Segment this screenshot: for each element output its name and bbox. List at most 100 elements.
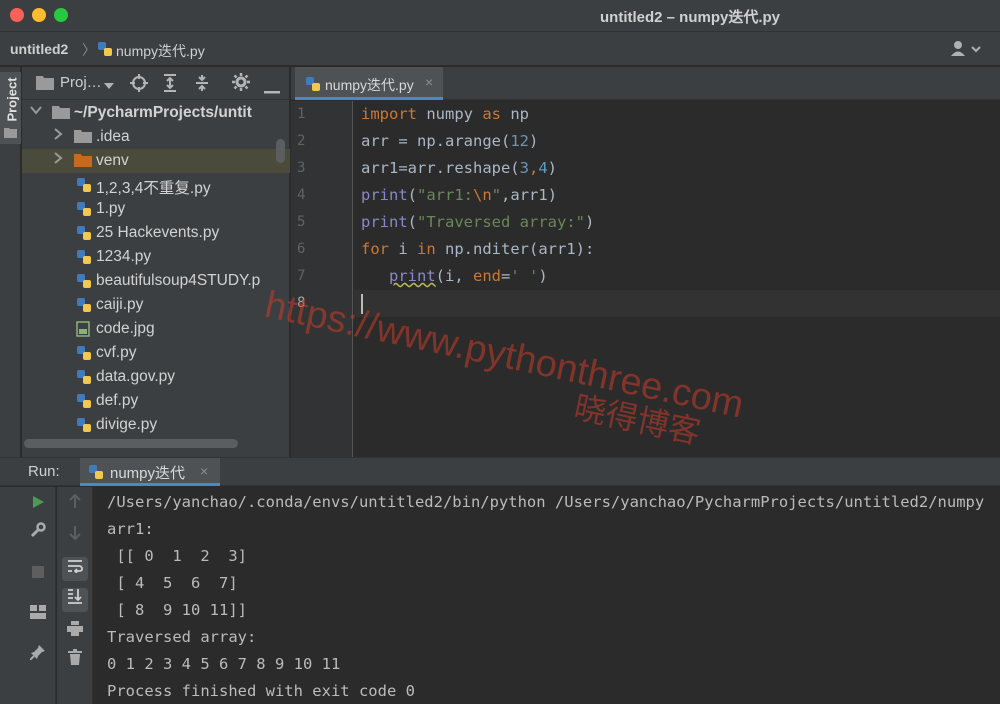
pin-icon[interactable]: [25, 644, 51, 668]
python-file-icon: [305, 76, 321, 95]
horizontal-scrollbar[interactable]: [24, 439, 238, 448]
arrow-up-icon[interactable]: [62, 493, 88, 517]
breadcrumb-project[interactable]: untitled2: [10, 41, 68, 57]
project-tool-tab[interactable]: Project: [0, 72, 21, 144]
code-line: arr = np.arange(12): [361, 128, 538, 155]
console-line: /Users/yanchao/.conda/envs/untitled2/bin…: [107, 493, 985, 511]
tree-item-root[interactable]: ~/PycharmProjects/untit: [22, 101, 290, 125]
code-line: arr1=arr.reshape(3,4): [361, 155, 557, 182]
code-area[interactable]: import numpy as np arr = np.arange(12) a…: [361, 101, 1000, 457]
python-file-icon: [76, 297, 92, 316]
python-file-icon: [76, 249, 92, 268]
tree-item-label: venv: [96, 152, 129, 169]
code-token: (i,: [435, 267, 473, 285]
code-token: ): [585, 213, 595, 231]
layout-icon[interactable]: [25, 603, 51, 627]
stop-icon[interactable]: [25, 562, 51, 586]
tree-item-label: ~/PycharmProjects/untit: [74, 104, 252, 121]
tree-item-file[interactable]: 1234.py: [22, 245, 290, 269]
code-token: numpy: [417, 105, 483, 123]
rerun-icon[interactable]: [25, 493, 51, 517]
run-tab-label: numpy迭代: [110, 465, 186, 482]
folder-icon: [52, 105, 70, 122]
project-tree: ~/PycharmProjects/untit .idea venv 1,2,3…: [22, 101, 290, 441]
locate-icon[interactable]: [130, 74, 148, 96]
vertical-scrollbar[interactable]: [276, 139, 285, 163]
python-file-icon: [76, 369, 92, 388]
line-number-gutter: 1 2 3 4 5 6 7 8: [291, 101, 353, 457]
code-line: for i in np.nditer(arr1):: [361, 236, 594, 263]
tree-item-venv[interactable]: venv: [22, 149, 290, 173]
tree-item-file[interactable]: code.jpg: [22, 317, 290, 341]
code-token: ): [538, 267, 548, 285]
breadcrumb-file[interactable]: numpy迭代.py: [116, 41, 205, 61]
python-file-icon: [76, 393, 92, 412]
tree-item-file[interactable]: cvf.py: [22, 341, 290, 365]
line-number: 5: [297, 214, 306, 230]
tree-item-file[interactable]: 1.py: [22, 197, 290, 221]
close-icon[interactable]: ×: [425, 74, 433, 90]
code-token: ): [547, 159, 558, 177]
run-header: Run: numpy迭代 ×: [0, 458, 1000, 486]
minimize-window-button[interactable]: [32, 8, 46, 22]
soft-wrap-icon[interactable]: [62, 557, 88, 581]
tree-item-file[interactable]: 25 Hackevents.py: [22, 221, 290, 245]
dropdown-arrow-icon[interactable]: [104, 77, 114, 94]
run-tab-numpy[interactable]: numpy迭代 ×: [80, 458, 220, 486]
hide-panel-icon[interactable]: [264, 81, 280, 98]
run-console-output[interactable]: /Users/yanchao/.conda/envs/untitled2/bin…: [107, 487, 1000, 704]
number-token: 4: [538, 159, 548, 177]
editor-tab-numpy[interactable]: numpy迭代.py ×: [295, 67, 443, 100]
code-line: print(i, end=' '): [361, 263, 548, 290]
tree-item-label: 25 Hackevents.py: [96, 224, 220, 241]
collapse-all-icon[interactable]: [194, 74, 210, 96]
gear-icon[interactable]: [232, 73, 250, 95]
trash-icon[interactable]: [62, 649, 88, 673]
console-line: [ 4 5 6 7]: [107, 574, 238, 592]
code-line: import numpy as np: [361, 101, 529, 128]
code-token: np: [501, 105, 529, 123]
chevron-right-icon[interactable]: [52, 152, 64, 167]
expand-all-icon[interactable]: [162, 74, 178, 96]
keyword-token: for: [361, 240, 389, 258]
tree-item-file[interactable]: data.gov.py: [22, 365, 290, 389]
breadcrumb-separator: 〉: [82, 42, 96, 58]
tree-item-label: 1234.py: [96, 248, 152, 265]
run-toolbar-primary: [20, 487, 56, 704]
code-token: arr = np.arange(: [361, 132, 511, 150]
scroll-to-end-icon[interactable]: [62, 588, 88, 612]
tree-item-idea[interactable]: .idea: [22, 125, 290, 149]
tree-item-label: cvf.py: [96, 344, 137, 361]
tree-item-file[interactable]: caiji.py: [22, 293, 290, 317]
console-line: arr1:: [107, 520, 154, 538]
tree-item-file[interactable]: beautifulsoup4STUDY.p: [22, 269, 290, 293]
tree-item-file[interactable]: divige.py: [22, 413, 290, 437]
editor-tab-label: numpy迭代.py: [325, 77, 414, 93]
zoom-window-button[interactable]: [54, 8, 68, 22]
chevron-down-icon[interactable]: [30, 104, 42, 119]
project-tab-label: Project: [4, 77, 20, 122]
user-icon[interactable]: [950, 40, 982, 63]
python-file-icon: [88, 464, 104, 483]
tree-item-file[interactable]: def.py: [22, 389, 290, 413]
escape-token: \n: [473, 186, 492, 204]
tree-item-file[interactable]: 1,2,3,4不重复.py: [22, 173, 290, 197]
number-token: 12: [510, 132, 529, 150]
tree-item-label: divige.py: [96, 416, 158, 433]
excluded-folder-icon: [74, 153, 92, 170]
close-window-button[interactable]: [10, 8, 24, 22]
close-icon[interactable]: ×: [200, 463, 208, 479]
print-icon[interactable]: [62, 620, 88, 644]
chevron-right-icon[interactable]: [52, 128, 64, 143]
wrench-icon[interactable]: [25, 522, 51, 546]
code-token: arr1=arr.reshape(: [361, 159, 520, 177]
project-view-selector[interactable]: Proj…: [60, 74, 102, 91]
console-line: [[ 0 1 2 3]: [107, 547, 247, 565]
python-file-icon: [97, 41, 113, 60]
code-line: print("arr1:\n",arr1): [361, 182, 557, 209]
builtin-token: print: [361, 186, 408, 204]
tree-item-label: def.py: [96, 392, 139, 409]
console-line: [ 8 9 10 11]]: [107, 601, 247, 619]
arrow-down-icon[interactable]: [62, 525, 88, 549]
